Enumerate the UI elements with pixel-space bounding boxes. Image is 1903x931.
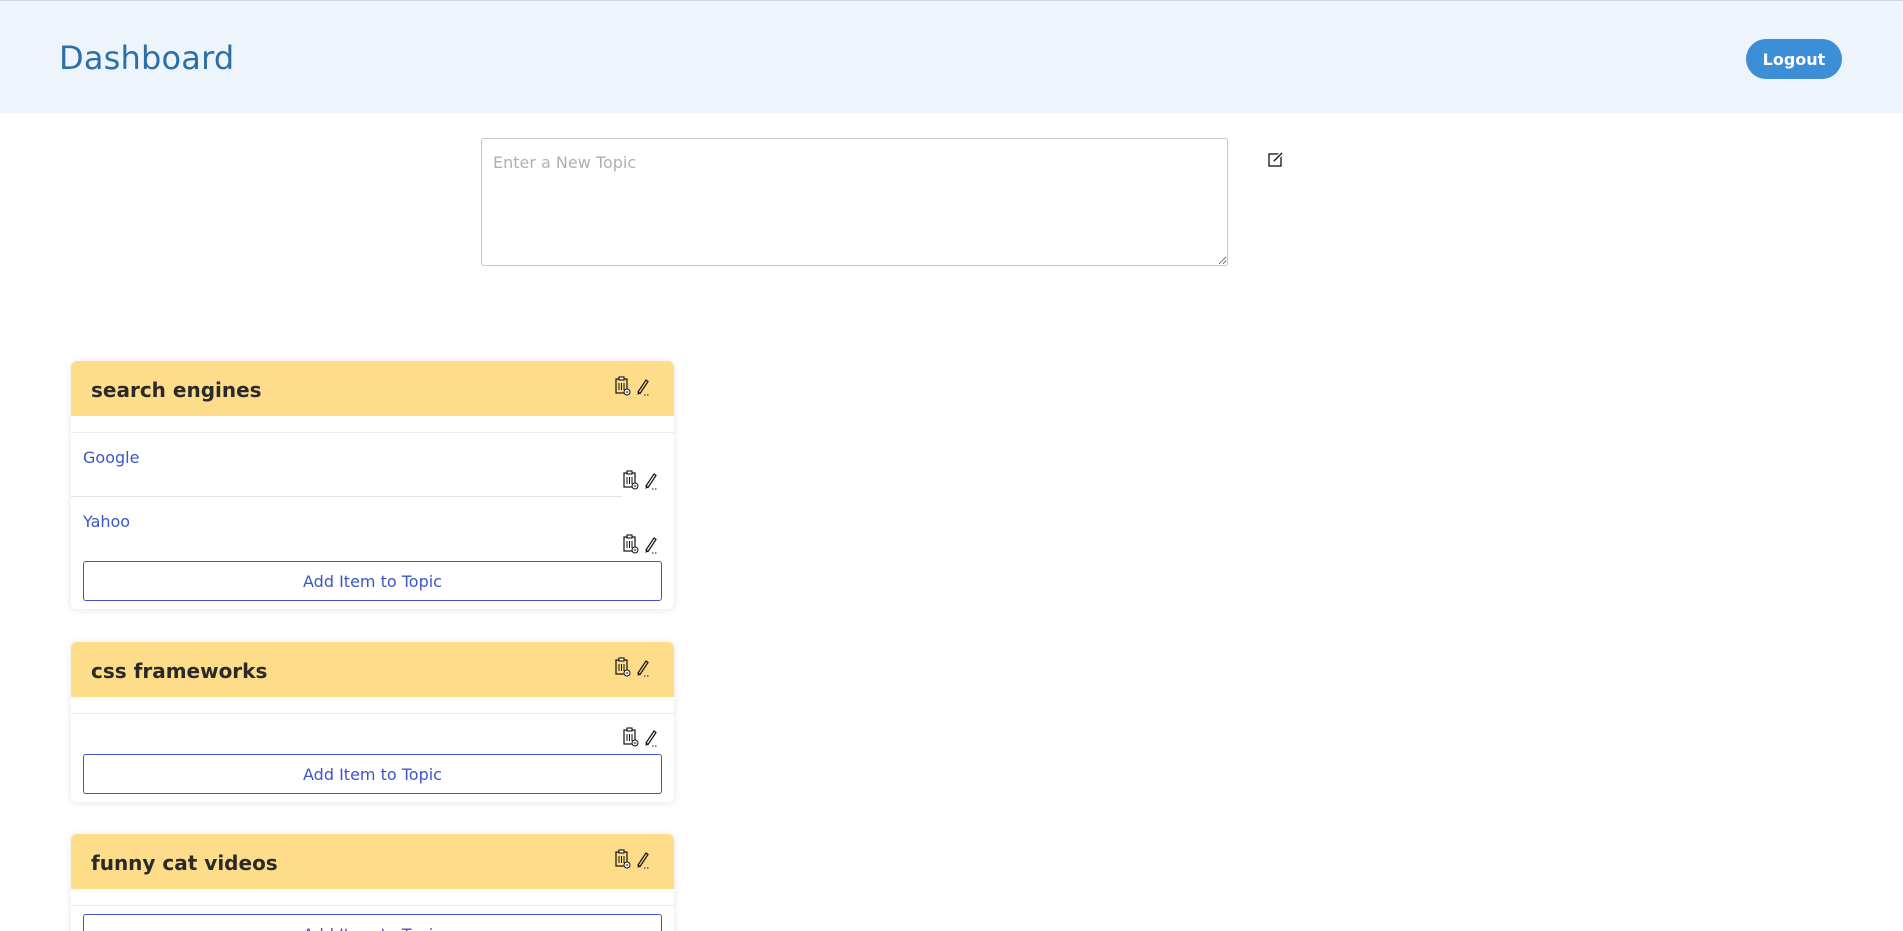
edit-topic-icon[interactable]	[633, 375, 652, 397]
delete-topic-icon[interactable]	[614, 656, 633, 678]
list-item: Google	[71, 433, 674, 497]
dashboard-page: Dashboard Logout search engines Google Y…	[0, 0, 1903, 931]
delete-item-icon[interactable]	[622, 469, 641, 491]
edit-item-icon[interactable]	[641, 469, 660, 491]
edit-item-icon[interactable]	[641, 533, 660, 555]
topic-actions	[614, 848, 652, 870]
topic-actions	[614, 375, 652, 397]
topic-title: search engines	[91, 378, 262, 402]
header: Dashboard Logout	[0, 1, 1903, 113]
topic-title: funny cat videos	[91, 851, 278, 875]
page-title: Dashboard	[59, 39, 235, 77]
topic-divider	[71, 889, 674, 906]
logout-button[interactable]: Logout	[1746, 39, 1842, 79]
topic-header: search engines	[71, 361, 674, 416]
topic-card: search engines Google Yahoo Add Item to …	[71, 361, 674, 609]
edit-topic-icon[interactable]	[633, 848, 652, 870]
topic-title: css frameworks	[91, 659, 268, 683]
new-topic-icon[interactable]	[1266, 149, 1286, 169]
delete-topic-icon[interactable]	[614, 375, 633, 397]
delete-topic-icon[interactable]	[614, 848, 633, 870]
item-actions	[622, 469, 660, 491]
list-item	[71, 714, 674, 754]
topic-divider	[71, 697, 674, 714]
topic-header: css frameworks	[71, 642, 674, 697]
new-topic-input[interactable]	[481, 138, 1228, 266]
topic-card: css frameworks Add Item to Topic	[71, 642, 674, 802]
topic-divider	[71, 416, 674, 433]
item-link[interactable]: Yahoo	[83, 512, 130, 531]
topic-header: funny cat videos	[71, 834, 674, 889]
item-link[interactable]: Google	[83, 448, 139, 467]
item-actions	[622, 726, 660, 748]
item-actions	[622, 533, 660, 555]
list-item: Yahoo	[71, 497, 674, 561]
add-item-button[interactable]: Add Item to Topic	[83, 561, 662, 601]
add-item-button[interactable]: Add Item to Topic	[83, 914, 662, 931]
delete-item-icon[interactable]	[622, 533, 641, 555]
delete-item-icon[interactable]	[622, 726, 641, 748]
add-item-button[interactable]: Add Item to Topic	[83, 754, 662, 794]
edit-topic-icon[interactable]	[633, 656, 652, 678]
edit-item-icon[interactable]	[641, 726, 660, 748]
topic-card: funny cat videos Add Item to Topic	[71, 834, 674, 931]
topic-actions	[614, 656, 652, 678]
